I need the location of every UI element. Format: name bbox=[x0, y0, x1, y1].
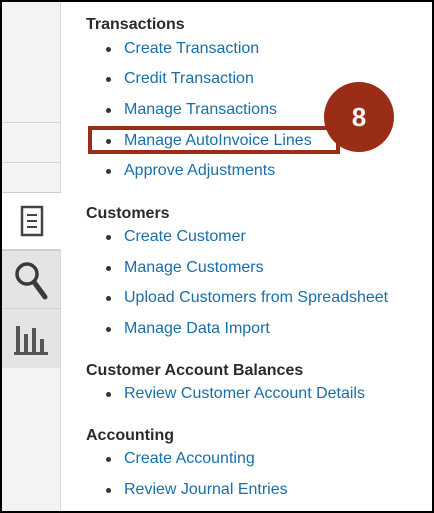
task-upload-customers[interactable]: Upload Customers from Spreadsheet bbox=[86, 289, 388, 307]
tab-tasks[interactable] bbox=[2, 192, 61, 250]
task-create-transaction[interactable]: Create Transaction bbox=[86, 40, 259, 58]
section-title-transactions: Transactions bbox=[86, 16, 185, 33]
bullet bbox=[106, 168, 111, 174]
section-title-customers: Customers bbox=[86, 205, 170, 222]
divider bbox=[2, 162, 60, 163]
screenshot-frame: Transactions Create Transaction Credit T… bbox=[0, 0, 434, 513]
task-link[interactable]: Manage Customers bbox=[124, 259, 264, 277]
task-link[interactable]: Create Customer bbox=[124, 228, 246, 246]
bullet bbox=[106, 76, 111, 82]
step-callout-badge: 8 bbox=[324, 82, 394, 152]
task-review-journal-entries[interactable]: Review Journal Entries bbox=[86, 481, 288, 499]
task-link[interactable]: Create Transaction bbox=[124, 40, 259, 58]
task-link[interactable]: Manage Transactions bbox=[124, 101, 277, 119]
bullet bbox=[106, 326, 111, 332]
bullet bbox=[106, 487, 111, 493]
bullet bbox=[106, 107, 111, 113]
task-link[interactable]: Create Accounting bbox=[124, 450, 255, 468]
task-review-customer-account-details[interactable]: Review Customer Account Details bbox=[86, 385, 365, 403]
task-link[interactable]: Manage Data Import bbox=[124, 320, 270, 338]
task-link[interactable]: Upload Customers from Spreadsheet bbox=[124, 289, 388, 307]
side-tab-strip bbox=[2, 2, 61, 511]
bar-chart-icon bbox=[14, 325, 48, 355]
bullet bbox=[106, 456, 111, 462]
task-create-customer[interactable]: Create Customer bbox=[86, 228, 246, 246]
tab-reports[interactable] bbox=[2, 308, 60, 368]
task-link[interactable]: Approve Adjustments bbox=[124, 162, 275, 180]
search-icon bbox=[15, 261, 48, 299]
task-credit-transaction[interactable]: Credit Transaction bbox=[86, 70, 254, 88]
bullet bbox=[106, 265, 111, 271]
section-title-accounting: Accounting bbox=[86, 427, 174, 444]
tab-search[interactable] bbox=[2, 250, 60, 308]
task-manage-data-import[interactable]: Manage Data Import bbox=[86, 320, 270, 338]
task-create-accounting[interactable]: Create Accounting bbox=[86, 450, 255, 468]
bullet bbox=[106, 391, 111, 397]
bullet bbox=[106, 46, 111, 52]
divider bbox=[2, 122, 60, 123]
task-link[interactable]: Review Journal Entries bbox=[124, 481, 288, 499]
task-approve-adjustments[interactable]: Approve Adjustments bbox=[86, 162, 275, 180]
bullet bbox=[106, 234, 111, 240]
task-link[interactable]: Review Customer Account Details bbox=[124, 385, 365, 403]
section-title-customer-account-balances: Customer Account Balances bbox=[86, 362, 304, 379]
bullet bbox=[106, 295, 111, 301]
task-manage-customers[interactable]: Manage Customers bbox=[86, 259, 264, 277]
highlight-box bbox=[88, 126, 340, 154]
task-list-icon bbox=[20, 205, 43, 237]
task-link[interactable]: Credit Transaction bbox=[124, 70, 254, 88]
task-manage-transactions[interactable]: Manage Transactions bbox=[86, 101, 277, 119]
